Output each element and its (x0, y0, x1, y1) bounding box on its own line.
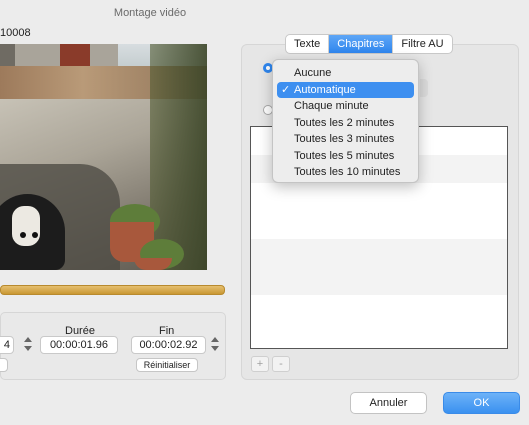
add-chapter-button[interactable]: + (251, 356, 269, 372)
menu-item-automatique[interactable]: ✓ Automatique (277, 81, 414, 98)
tab-chapitres[interactable]: Chapitres (329, 35, 394, 53)
menu-item-2-minutes[interactable]: Toutes les 2 minutes (277, 115, 414, 132)
list-row (251, 211, 507, 239)
window-title: Montage vidéo (113, 7, 187, 19)
menu-item-label: Aucune (294, 67, 332, 79)
menu-item-label: Toutes les 10 minutes (294, 166, 401, 178)
dog-eye (32, 232, 38, 238)
duration-field[interactable]: 00:00:01.96 (40, 336, 118, 354)
start-stepper[interactable] (23, 336, 33, 354)
list-row (251, 295, 507, 323)
start-reset-button[interactable] (0, 358, 8, 372)
tab-bar: Texte Chapitres Filtre AU (285, 34, 453, 54)
dog-face (12, 206, 40, 246)
tree (150, 44, 207, 270)
list-row (251, 183, 507, 211)
remove-chapter-button[interactable]: - (272, 356, 290, 372)
ok-button[interactable]: OK (443, 392, 520, 414)
menu-item-3-minutes[interactable]: Toutes les 3 minutes (277, 131, 414, 148)
menu-item-label: Toutes les 5 minutes (294, 149, 395, 162)
start-field[interactable]: 4 (0, 336, 14, 354)
list-row (251, 239, 507, 267)
video-preview (0, 44, 207, 270)
end-stepper[interactable] (210, 336, 220, 354)
menu-item-label: Chaque minute (294, 100, 369, 112)
reset-button[interactable]: Réinitialiser (136, 358, 198, 372)
red-door (60, 44, 90, 68)
menu-item-label: Toutes les 2 minutes (294, 116, 395, 129)
checkmark-icon: ✓ (281, 83, 291, 96)
popup-button-edge[interactable] (420, 79, 428, 97)
timeline-bar[interactable] (0, 285, 225, 295)
menu-item-5-minutes[interactable]: Toutes les 5 minutes (277, 148, 414, 165)
list-row (251, 323, 507, 348)
clip-id: 10008 (0, 27, 31, 39)
dog-eye (20, 232, 26, 238)
tab-filtre-au[interactable]: Filtre AU (393, 35, 451, 53)
menu-item-label: Toutes les 3 minutes (294, 133, 395, 145)
menu-item-label: Automatique (294, 83, 356, 96)
menu-item-chaque-minute[interactable]: Chaque minute (277, 98, 414, 115)
chapters-interval-menu: Aucune ✓ Automatique Chaque minute Toutes… (272, 59, 419, 183)
flower-pot-2 (134, 258, 172, 270)
end-field[interactable]: 00:00:02.92 (131, 336, 206, 354)
menu-item-aucune[interactable]: Aucune (277, 65, 414, 82)
list-row (251, 267, 507, 295)
tab-texte[interactable]: Texte (286, 35, 330, 53)
cancel-button[interactable]: Annuler (350, 392, 427, 414)
menu-item-10-minutes[interactable]: Toutes les 10 minutes (277, 164, 414, 181)
